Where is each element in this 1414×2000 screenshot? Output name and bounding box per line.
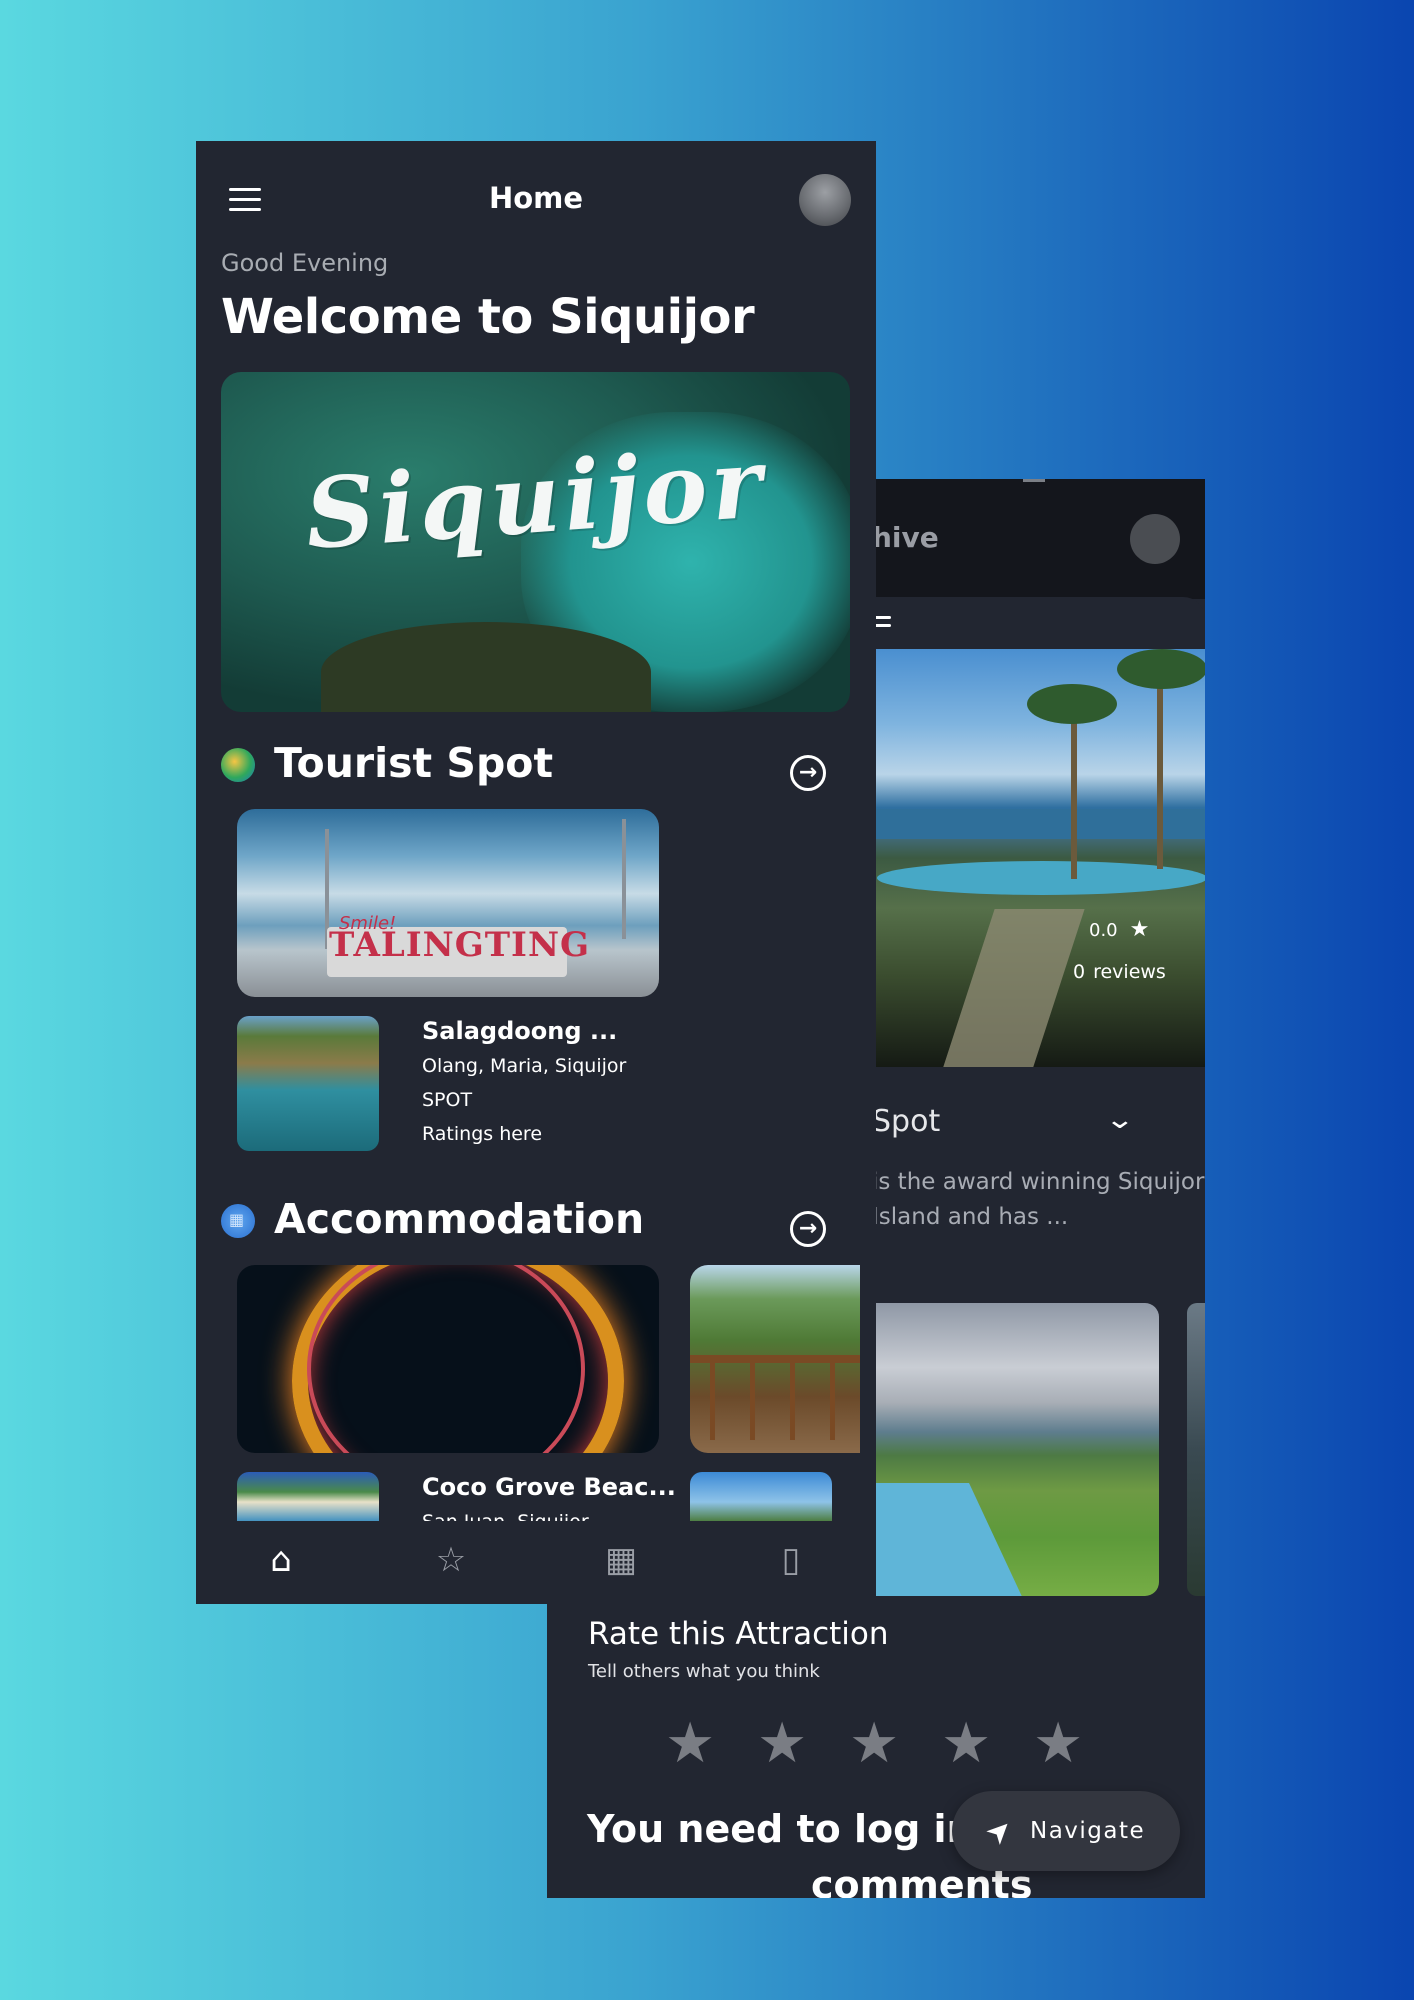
rating-stars: ★ ★ ★ ★ ★ [665,1711,1125,1776]
hero-rating: 0.0 ★ [1089,917,1149,942]
tourist-item-title[interactable]: Salagdoong ... [422,1017,617,1045]
building-icon: ▦ [229,1210,245,1229]
sign-text: TALINGTING [329,925,591,965]
star-icon: ★ [1129,917,1150,942]
railing-post [790,1360,795,1440]
rate-star-5-icon[interactable]: ★ [1033,1711,1125,1776]
detail-description: is the award winning Siquijor Island and… [872,1169,1205,1230]
palm-tree-crown [1027,684,1117,724]
tourist-spot-heading: Tourist Spot [274,739,554,787]
calendar-icon[interactable]: ▦ [599,1538,643,1582]
detail-section-heading: Spot [872,1104,941,1139]
rate-title: Rate this Attraction [588,1616,889,1652]
navigate-button[interactable]: ➤ Navigate [952,1791,1180,1871]
review-count: 0 [1073,961,1086,983]
detail-avatar[interactable] [1130,514,1180,564]
detail-app-bar-title: hive [872,521,939,554]
siquijor-banner[interactable]: Siquijor [221,372,850,712]
login-message-line1: You need to log in [587,1807,974,1851]
tourist-item-location: Olang, Maria, Siquijor [422,1055,627,1077]
railing-post [750,1360,755,1440]
accommodation-see-all-arrow-icon[interactable]: → [790,1211,826,1247]
rate-subtitle: Tell others what you think [588,1661,820,1682]
rate-star-4-icon[interactable]: ★ [941,1711,1033,1776]
banner-rocks [321,622,651,712]
reviews-label: reviews [1093,961,1166,983]
hero-review-count: 0 reviews [1073,961,1166,983]
tourist-spot-see-all-arrow-icon[interactable]: → [790,755,826,791]
rate-star-2-icon[interactable]: ★ [757,1711,849,1776]
gallery-card-next[interactable] [1187,1303,1205,1596]
tourist-spot-icon [221,748,255,782]
tourist-item-thumbnail[interactable] [237,1016,379,1151]
accommodation-heading: Accommodation [274,1195,645,1243]
avatar[interactable] [799,174,851,226]
railing-post [830,1360,835,1440]
rate-star-1-icon[interactable]: ★ [665,1711,757,1776]
railing-post [710,1360,715,1440]
home-icon[interactable]: ⌂ [259,1538,303,1582]
accommodation-featured-card[interactable] [237,1265,659,1453]
accommodation-item-title[interactable]: Coco Grove Beac... [422,1473,676,1501]
palm-tree-crown [1117,649,1205,689]
status-indicator [1023,479,1045,482]
accommodation-item-thumbnail[interactable] [237,1472,379,1522]
hero-path [939,909,1085,1067]
tourist-item-rating: Ratings here [422,1123,543,1145]
rating-value: 0.0 [1089,920,1118,941]
navigate-label: Navigate [1029,1818,1146,1844]
gallery-card[interactable] [847,1303,1159,1596]
home-screen: Home Good Evening Welcome to Siquijor Si… [196,141,876,1604]
star-outline-icon[interactable]: ☆ [429,1538,473,1582]
accommodation-card-next[interactable] [690,1265,860,1453]
hero-pool [877,861,1205,895]
portal-ring-inner [307,1265,585,1453]
palm-tree-trunk [1071,699,1077,879]
welcome-heading: Welcome to Siquijor [221,289,755,345]
chevron-down-icon[interactable]: ⌄ [1105,1105,1136,1135]
lamp-post [622,819,626,939]
palm-tree-trunk [1157,669,1163,869]
rate-star-3-icon[interactable]: ★ [849,1711,941,1776]
tourist-featured-card[interactable]: Smile! TALINGTING [237,809,659,997]
navigation-arrow-icon: ➤ [978,1809,1021,1853]
accommodation-item-thumbnail-next[interactable] [690,1472,832,1522]
greeting-text: Good Evening [221,249,389,277]
page-title: Home [488,181,584,215]
tourist-item-type: SPOT [422,1089,473,1111]
book-open-icon[interactable]: ▯ [769,1538,813,1582]
